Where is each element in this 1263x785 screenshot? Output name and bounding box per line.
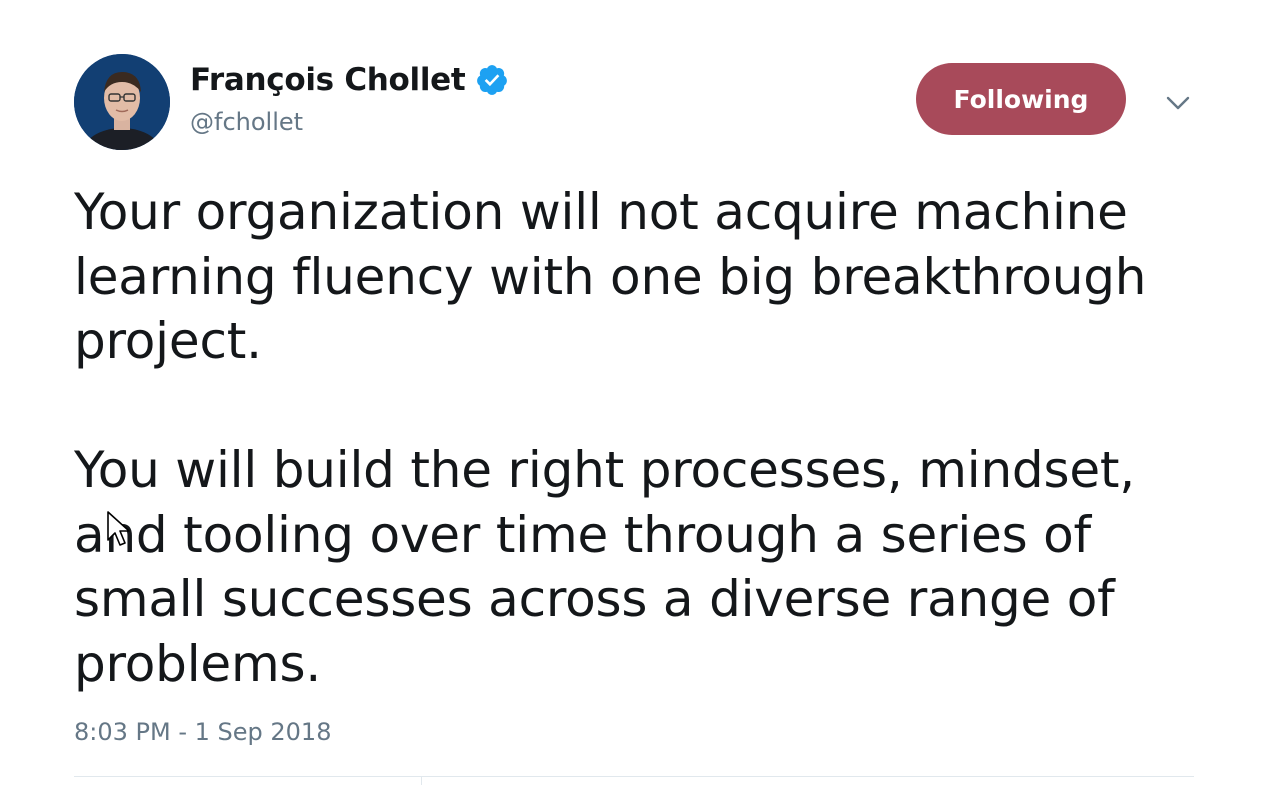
avatar[interactable] [74, 54, 170, 150]
tweet-paragraph: Your organization will not acquire machi… [74, 183, 1147, 370]
author-name-row: François Chollet [190, 58, 509, 102]
tweet-menu-button[interactable] [1162, 88, 1194, 118]
divider-tick [421, 776, 422, 785]
author-handle[interactable]: @fchollet [190, 108, 303, 136]
author-display-name[interactable]: François Chollet [190, 62, 466, 98]
verified-badge-icon [475, 63, 509, 97]
tweet-card: François Chollet @fchollet Following You… [0, 0, 1263, 785]
tweet-paragraph: You will build the right processes, mind… [74, 441, 1135, 693]
tweet-text: Your organization will not acquire machi… [74, 180, 1204, 696]
following-button[interactable]: Following [916, 63, 1126, 135]
avatar-image [74, 54, 170, 150]
divider [74, 776, 1194, 777]
chevron-down-icon [1166, 96, 1190, 110]
tweet-timestamp[interactable]: 8:03 PM - 1 Sep 2018 [74, 718, 331, 746]
